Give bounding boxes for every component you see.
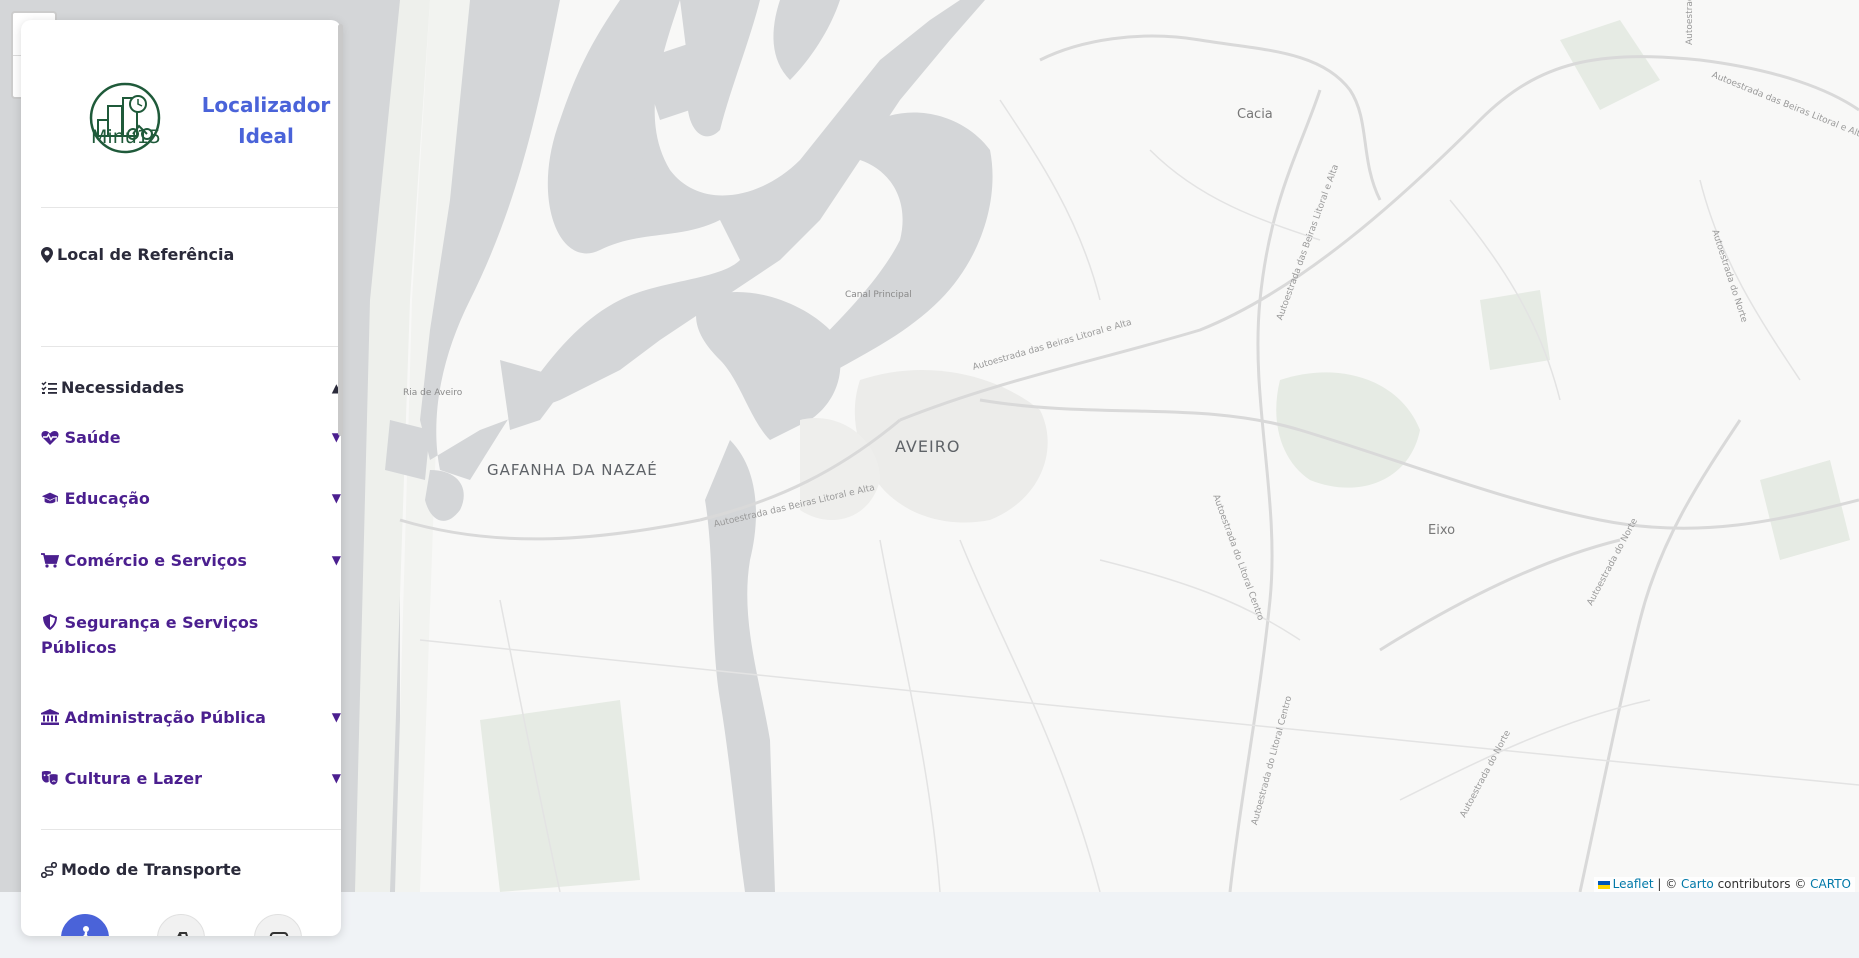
map-marker-icon [41, 246, 53, 263]
chevron-down-icon: ▼ [331, 710, 341, 724]
sidebar-panel: Minu15 Localizador Ideal Local de Referê… [21, 20, 341, 936]
category-administracao[interactable]: Administração Pública ▼ [41, 705, 341, 730]
chevron-down-icon: ▼ [331, 491, 341, 505]
map-label-road: Autoestrada das Beiras Litoral e Alta [1685, 0, 1695, 45]
car-icon [269, 932, 289, 936]
transport-section-title: Modo de Transporte [41, 860, 241, 879]
chevron-down-icon: ▼ [331, 771, 341, 785]
graduation-cap-icon [41, 492, 59, 504]
transport-bicycle-button[interactable] [157, 914, 205, 936]
leaflet-link[interactable]: Leaflet [1613, 877, 1654, 891]
map-label-eixo: Eixo [1428, 523, 1456, 538]
map-label-aveiro: AVEIRO [895, 437, 961, 456]
attribution-text: | © [1653, 877, 1682, 891]
reference-section-title: Local de Referência [41, 245, 234, 264]
map-label-ria: Ria de Aveiro [403, 388, 463, 398]
divider [41, 346, 341, 347]
shield-icon [43, 614, 57, 630]
category-label: Administração Pública [64, 708, 266, 727]
category-comercio-servicos[interactable]: Comércio e Serviços ▼ [41, 548, 341, 573]
carto-link[interactable]: Carto [1681, 877, 1714, 891]
sidebar-scrollbar[interactable] [338, 24, 343, 436]
category-saude[interactable]: Saúde ▼ [41, 425, 341, 450]
category-educacao[interactable]: Educação ▼ [41, 486, 341, 511]
divider [41, 829, 341, 830]
logo-text: Minu15 [91, 126, 161, 148]
route-icon [41, 861, 57, 878]
heart-pulse-icon [41, 431, 59, 445]
minu15-logo [89, 82, 161, 154]
needs-header[interactable]: Necessidades ▲ [41, 378, 341, 397]
theater-masks-icon [41, 771, 59, 786]
category-label: Educação [64, 489, 150, 508]
sidebar-header: Minu15 Localizador Ideal [21, 20, 341, 206]
transport-walking-button[interactable] [61, 914, 109, 936]
category-seguranca[interactable]: Segurança e Serviços Públicos ▼ [41, 610, 341, 660]
transport-label: Modo de Transporte [61, 860, 242, 879]
list-check-icon [41, 380, 57, 394]
map-label-gafanha: GAFANHA DA NAZAÉ [487, 461, 658, 479]
chevron-down-icon: ▼ [331, 553, 341, 567]
map-label-cacia: Cacia [1237, 107, 1273, 122]
map-attribution: Leaflet | © Carto contributors © CARTO [1593, 877, 1855, 892]
landmark-icon [41, 709, 59, 725]
ukraine-flag-icon [1597, 880, 1610, 889]
category-cultura-lazer[interactable]: Cultura e Lazer ▼ [41, 766, 341, 791]
reference-label: Local de Referência [57, 245, 235, 264]
category-label: Cultura e Lazer [64, 769, 202, 788]
app-title: Localizador Ideal [201, 93, 331, 148]
attribution-text: contributors © [1713, 877, 1811, 891]
transport-car-button[interactable] [254, 914, 302, 936]
carto-link-2[interactable]: CARTO [1810, 877, 1851, 891]
category-label: Saúde [64, 428, 121, 447]
map-label-canal: Canal Principal [845, 290, 912, 300]
category-label: Comércio e Serviços [64, 551, 247, 570]
needs-label: Necessidades [61, 378, 185, 397]
category-label: Segurança e Serviços Públicos [41, 613, 259, 657]
divider [41, 207, 341, 208]
bicycle-icon [177, 932, 188, 936]
shopping-cart-icon [41, 553, 59, 568]
walking-icon [82, 926, 89, 936]
